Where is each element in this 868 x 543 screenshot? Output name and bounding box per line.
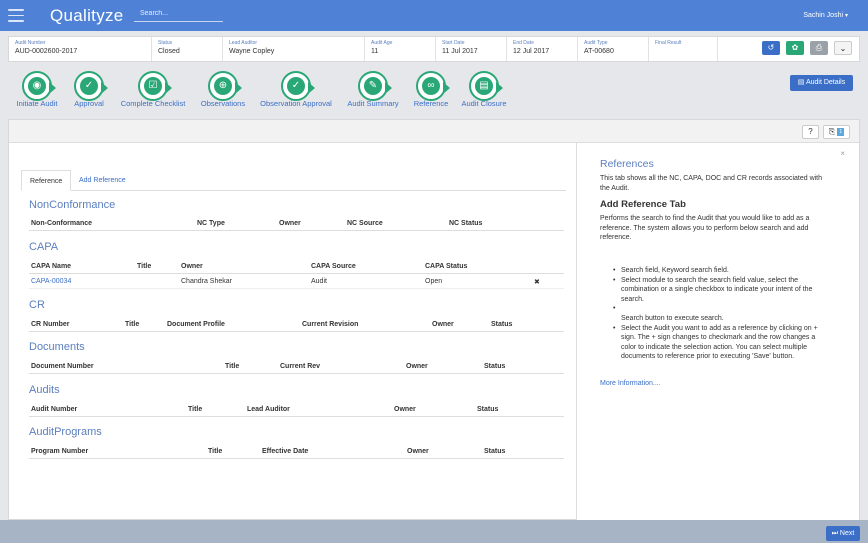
tab-add-reference[interactable]: Add Reference [71, 170, 134, 191]
help-title: References [600, 158, 654, 170]
tab-reference[interactable]: Reference [21, 170, 72, 191]
workflow-observation-approval[interactable]: ✓ Observation Approval [260, 71, 332, 108]
section-title-nonconformance: NonConformance [29, 199, 116, 211]
pencil-icon: ✎ [364, 77, 382, 95]
cr-table-header: CR Number Title Document Profile Current… [29, 318, 564, 332]
link-icon: ∞ [422, 77, 440, 95]
table-row[interactable]: CAPA-00034 Chandra Shekar Audit Open ✖ [29, 275, 564, 289]
document-icon: ▤ [797, 79, 805, 86]
audit-details-button[interactable]: ▤ Audit Details [790, 75, 853, 91]
help-subtitle: Add Reference Tab [600, 199, 686, 210]
magnifier-icon: ⊕ [214, 77, 232, 95]
workflow-reference[interactable]: ∞ Reference [414, 71, 450, 108]
app-logo[interactable]: Qualityze [50, 6, 124, 26]
list-item: • [613, 305, 616, 312]
settings-icon: ✿ [791, 43, 799, 52]
section-title-documents: Documents [29, 341, 85, 353]
list-item: • Search field, Keyword search field. [613, 267, 729, 274]
audit-programs-table-header: Program Number Title Effective Date Owne… [29, 445, 564, 459]
user-menu[interactable]: Sachin Joshi ▾ [803, 12, 848, 19]
more-information-link[interactable]: More Information.... [600, 380, 661, 387]
section-title-cr: CR [29, 299, 45, 311]
help-list: • Search field, Keyword search field. • Se… [600, 266, 828, 362]
list-item: Search button to execute search. [621, 315, 724, 322]
workflow-approval[interactable]: ✓ Approval [72, 71, 108, 108]
field-start-date: Start Date 11 Jul 2017 [436, 37, 507, 61]
nc-table-header: Non-Conformance NC Type Owner NC Source … [29, 217, 564, 231]
remove-icon[interactable]: ✖ [534, 278, 540, 286]
workflow-complete-checklist[interactable]: ☑ Complete Checklist [121, 71, 185, 108]
question-icon: ? [808, 127, 813, 136]
panel-header: ? ⎘ 1 [9, 120, 859, 143]
history-button[interactable]: ↺ [762, 41, 780, 55]
top-bar: Qualityze Sachin Joshi ▾ [0, 0, 868, 31]
list-item: • Select the Audit you want to add as a r… [613, 324, 818, 361]
paperclip-icon: ⎘ [828, 127, 836, 136]
eye-icon: ◉ [28, 77, 46, 95]
print-icon: ⎙ [815, 43, 823, 52]
history-icon: ↺ [767, 43, 775, 52]
field-audit-type: Audit Type AT-00680 [578, 37, 649, 61]
workflow-observations[interactable]: ⊕ Observations [201, 71, 245, 108]
checklist-icon: ☑ [144, 77, 162, 95]
section-title-audits: Audits [29, 384, 60, 396]
more-button[interactable]: ⌄ [834, 41, 852, 55]
capa-table-header: CAPA Name Title Owner CAPA Source CAPA S… [29, 260, 564, 274]
field-end-date: End Date 12 Jul 2017 [507, 37, 578, 61]
field-final-result: Final Result [649, 37, 718, 61]
thumbs-up-icon: ✓ [287, 77, 305, 95]
hamburger-icon[interactable] [8, 9, 24, 22]
capa-link[interactable]: CAPA-00034 [31, 278, 71, 285]
documents-table-header: Document Number Title Current Rev Owner … [29, 360, 564, 374]
section-title-audit-programs: AuditPrograms [29, 426, 102, 438]
workflow-audit-closure[interactable]: ▤ Audit Closure [461, 71, 507, 108]
field-status: Status Closed [152, 37, 223, 61]
tab-bar: Reference Add Reference [21, 170, 566, 191]
user-name: Sachin Joshi [803, 12, 844, 19]
workflow-initiate-audit[interactable]: ◉ Initiate Audit [17, 71, 57, 108]
help-body: Performs the search to find the Audit th… [600, 215, 810, 241]
audit-info-bar: Audit Number AUD-0002600-2017 Status Clo… [8, 36, 860, 62]
help-panel: × References This tab shows all the NC, … [576, 143, 859, 520]
workflow-audit-summary[interactable]: ✎ Audit Summary [347, 71, 399, 108]
bottom-bar: ⏭ Next [0, 520, 868, 543]
help-intro: This tab shows all the NC, CAPA, DOC and… [600, 175, 823, 192]
attachment-count-badge: 1 [837, 127, 845, 136]
field-lead-auditor: Lead Auditor Wayne Copley [223, 37, 365, 61]
field-audit-number: Audit Number AUD-0002600-2017 [9, 37, 152, 61]
settings-button[interactable]: ✿ [786, 41, 804, 55]
field-audit-age: Audit Age 11 [365, 37, 436, 61]
chevron-down-icon: ⌄ [839, 44, 847, 53]
section-title-capa: CAPA [29, 241, 59, 253]
search-input[interactable] [134, 6, 223, 22]
document-icon: ▤ [475, 77, 493, 95]
thumbs-up-icon: ✓ [80, 77, 98, 95]
list-item: • Select module to search the search fiel… [613, 276, 813, 303]
skip-forward-icon: ⏭ [831, 530, 838, 537]
print-button[interactable]: ⎙ [810, 41, 828, 55]
reference-panel: ? ⎘ 1 Reference Add Reference NonConform… [8, 119, 860, 520]
next-button[interactable]: ⏭ Next [826, 526, 860, 541]
audits-table-header: Audit Number Title Lead Auditor Owner St… [29, 403, 564, 417]
attachments-button[interactable]: ⎘ 1 [823, 125, 850, 139]
close-icon[interactable]: × [840, 149, 845, 158]
help-button[interactable]: ? [802, 125, 819, 139]
chevron-down-icon: ▾ [844, 13, 848, 19]
